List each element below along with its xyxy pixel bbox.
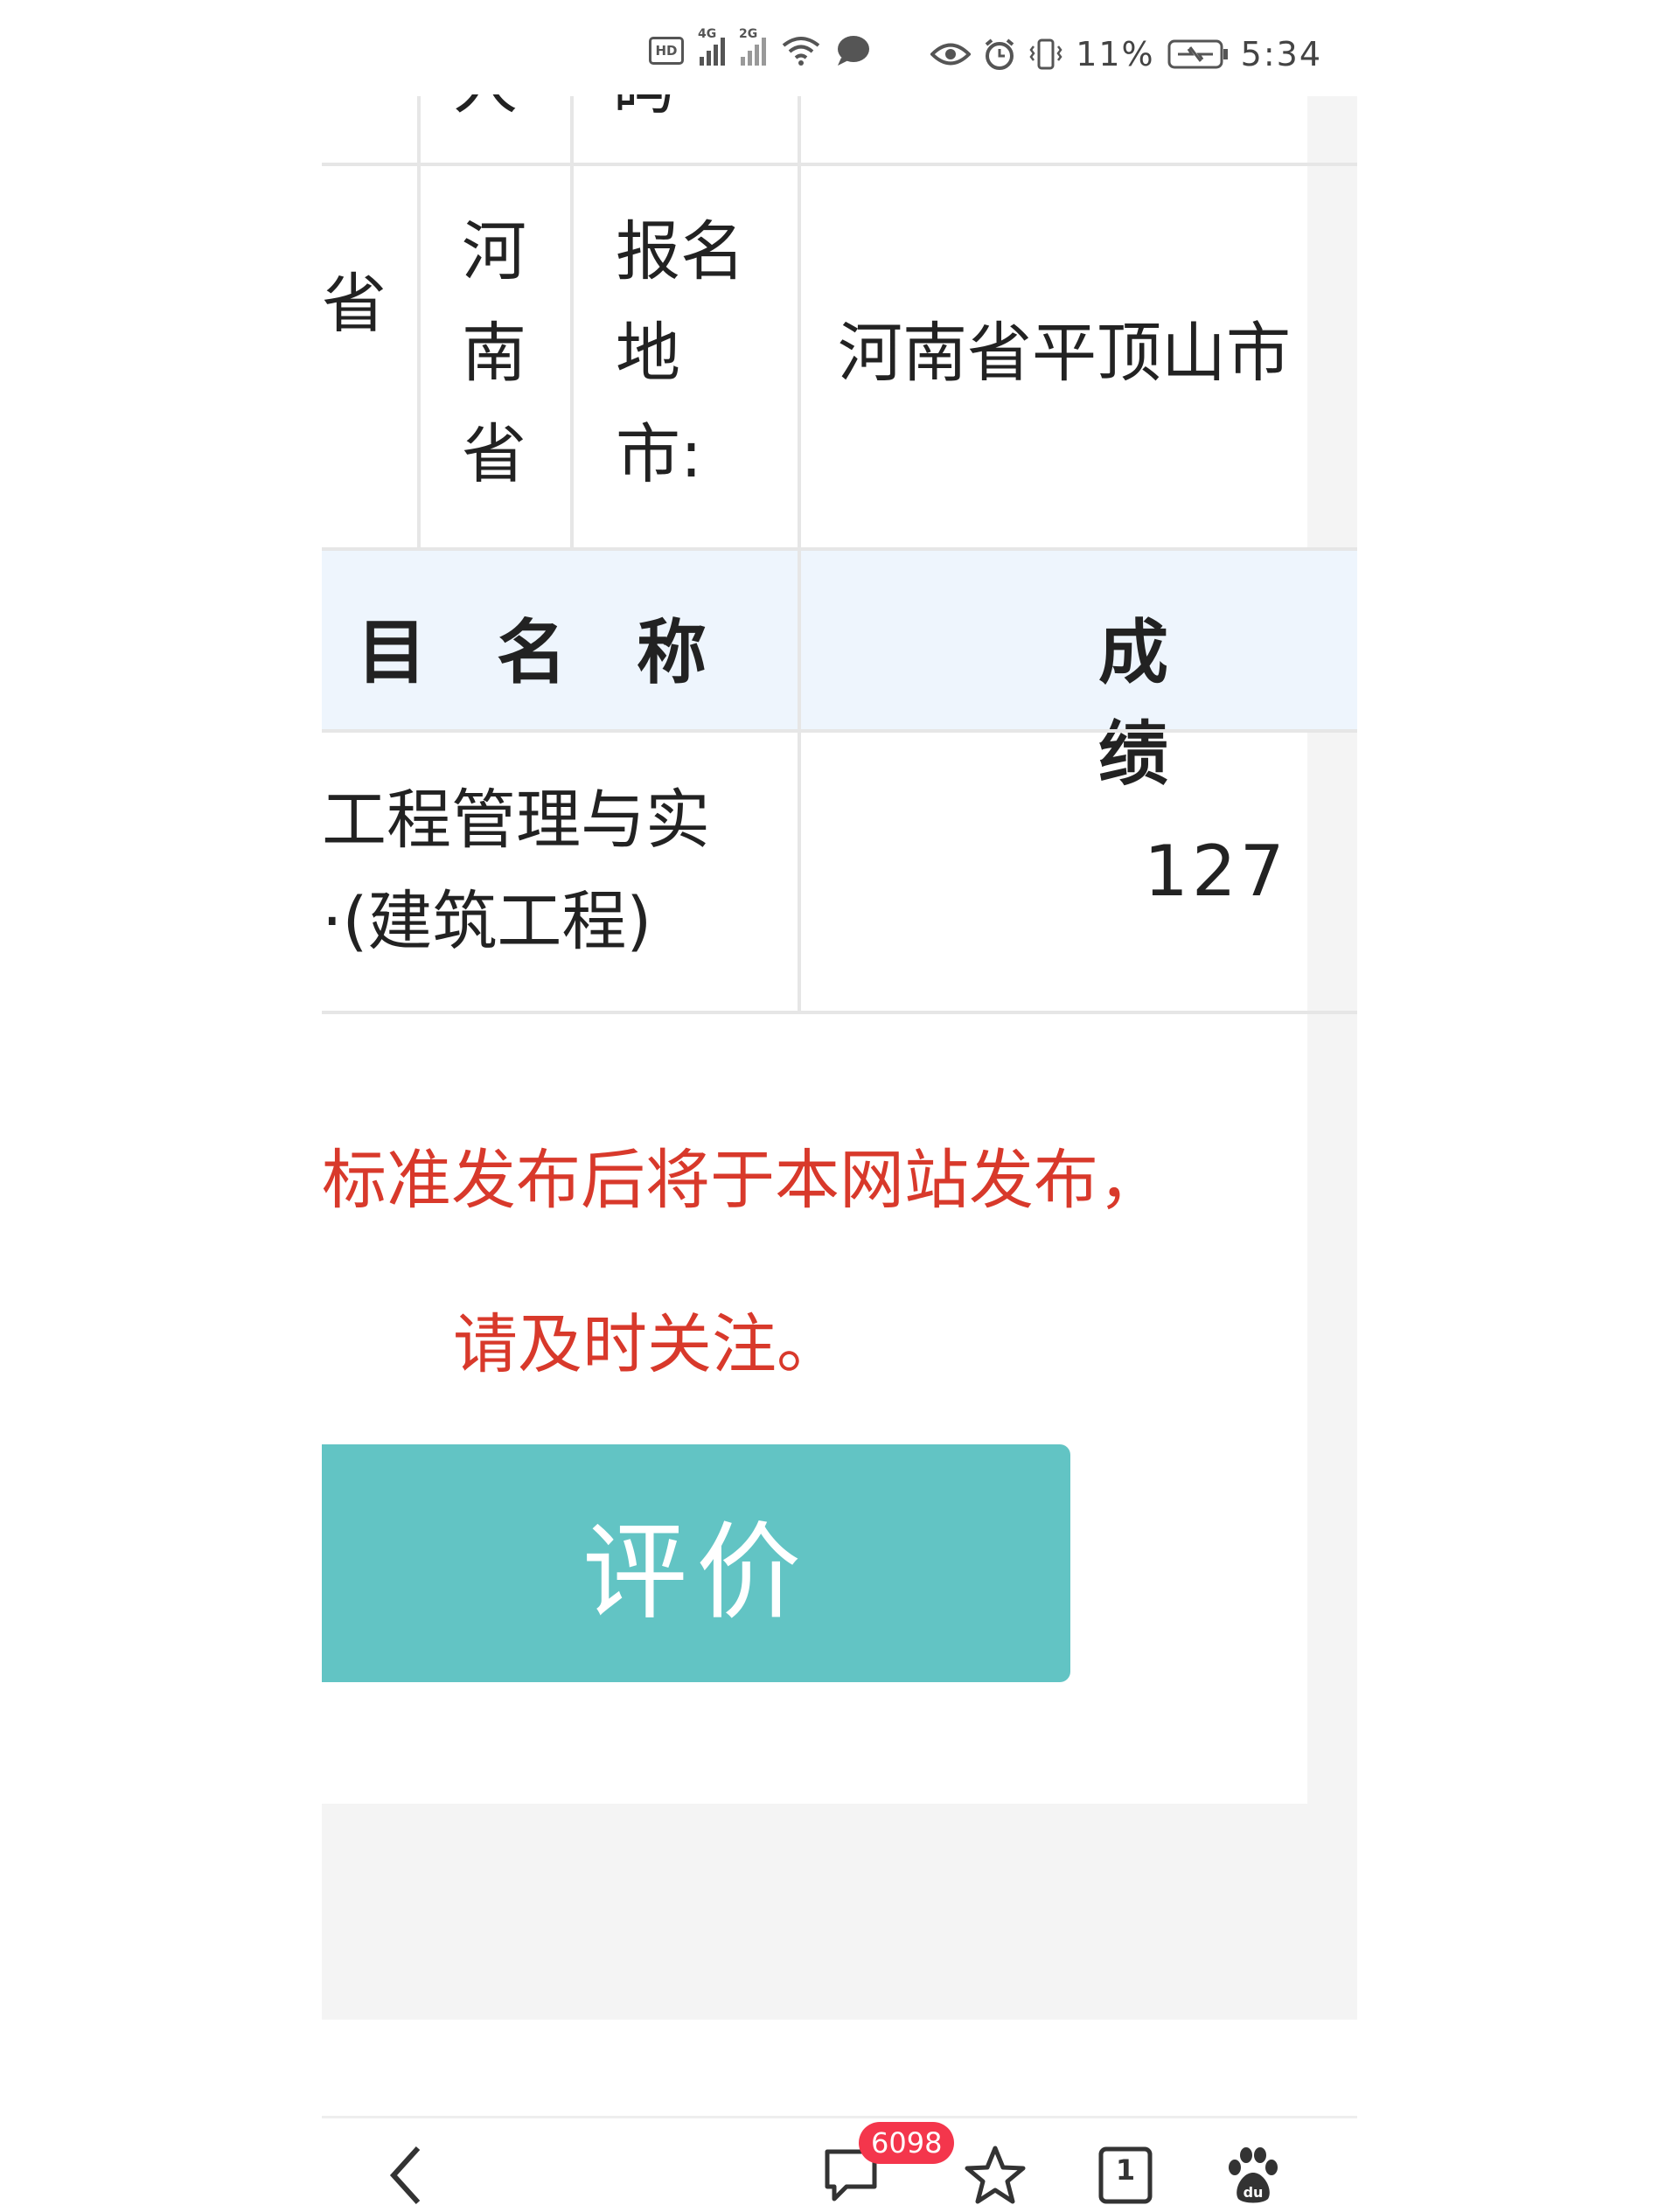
vibrate-icon (1029, 38, 1062, 70)
subject-name-line2: ·(建筑工程) (322, 884, 652, 959)
svg-text:du: du (1244, 2184, 1264, 2201)
chevron-left-icon (389, 2146, 421, 2205)
province-label: 省 (322, 267, 387, 342)
status-bar-left: HD 4G 2G (649, 27, 871, 66)
signal-4g-label: 4G (698, 27, 717, 41)
table-divider (417, 96, 421, 551)
notice-line1: 标准发布后将于本网站发布， (322, 1143, 1163, 1218)
back-button[interactable] (385, 2145, 428, 2209)
battery-charging-icon (1167, 39, 1228, 69)
table-divider (322, 163, 1357, 166)
table-divider (322, 729, 1357, 733)
status-bar: HD 4G 2G 11% 5:34 (322, 0, 1357, 96)
message-bubble-icon (838, 36, 869, 66)
phone-screen: HD 4G 2G 11% 5:34 人 码 省 河 南 省 报名 地 市: 河南… (322, 0, 1357, 2212)
clock-time: 5:34 (1240, 35, 1322, 73)
status-bar-right: 11% 5:34 (930, 35, 1322, 73)
registration-city-value: 河南省平顶山市 (838, 316, 1291, 391)
baidu-button[interactable]: du (1223, 2145, 1284, 2209)
score-value: 127 (1144, 831, 1288, 912)
score-table-header: 目名称 成绩 (322, 551, 1357, 795)
signal-2g-label: 2G (739, 27, 758, 41)
tabs-button[interactable]: 1 (1097, 2145, 1154, 2209)
subject-name-line1: 工程管理与实 (322, 783, 710, 858)
tabs-count: 1 (1115, 2153, 1136, 2187)
province-char: 河 (462, 214, 526, 289)
header-subject: 目名称 (357, 612, 777, 693)
comments-count-badge: 6098 (859, 2122, 955, 2164)
signal-2g-icon: 2G (739, 27, 766, 66)
bottom-nav-bar: 6098 1 du (322, 2116, 1357, 2212)
comments-button[interactable]: 6098 (820, 2122, 955, 2209)
table-divider (570, 96, 574, 551)
baidu-paw-icon: du (1229, 2147, 1278, 2203)
table-divider (798, 547, 801, 1014)
signal-4g-icon: 4G (698, 27, 725, 66)
province-char: 南 (462, 316, 526, 391)
favorite-button[interactable] (964, 2145, 1027, 2209)
hd-icon: HD (649, 37, 684, 65)
label-line: 地 (616, 316, 680, 391)
label-line: 报名 (616, 214, 745, 289)
battery-percent: 11% (1076, 35, 1155, 73)
star-icon (965, 2146, 1026, 2204)
evaluate-button[interactable]: 评价 (322, 1444, 1070, 1682)
wifi-icon (782, 37, 820, 66)
eye-icon (930, 43, 972, 66)
alarm-icon (985, 38, 1014, 70)
notice-line2: 请及时关注。 (453, 1307, 841, 1382)
label-line: 市: (616, 417, 702, 492)
table-divider (322, 1011, 1357, 1014)
province-char: 省 (462, 417, 526, 492)
header-score: 成绩 (1098, 612, 1238, 795)
